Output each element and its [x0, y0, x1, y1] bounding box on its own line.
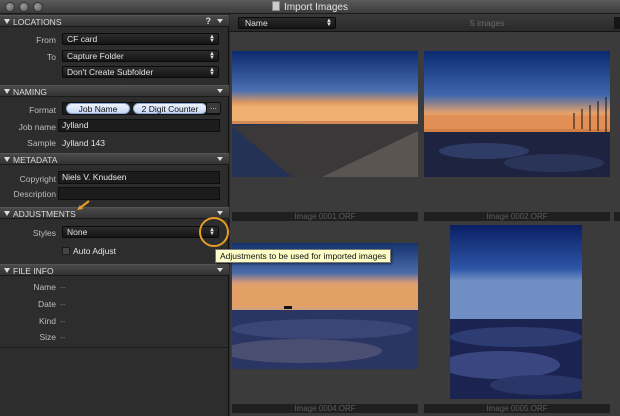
section-title: NAMING: [13, 87, 47, 97]
sort-select[interactable]: Name ▲ ▼: [238, 17, 336, 29]
window-title: Import Images: [0, 1, 620, 13]
section-title: ADJUSTMENTS: [13, 209, 76, 219]
styles-label: Styles: [32, 228, 56, 238]
copyright-label: Copyright: [19, 174, 56, 184]
from-label: From: [36, 35, 56, 45]
description-field[interactable]: [58, 187, 220, 200]
next-caption-edge: [614, 212, 620, 221]
thumbnail-image[interactable]: [232, 51, 418, 177]
toolbar-edge: [614, 17, 620, 29]
browser-toolbar: Name ▲ ▼ 5 images: [230, 14, 620, 32]
disclosure-triangle-icon[interactable]: [4, 157, 10, 162]
stepper-arrows-icon: ▲ ▼: [209, 67, 215, 77]
subfolder-select[interactable]: Don't Create Subfolder ▲ ▼: [62, 66, 219, 78]
file-info-name-label: Name: [33, 282, 56, 292]
section-menu-icon[interactable]: [217, 211, 223, 215]
thumbnail-caption: Image 0002.ORF: [424, 212, 610, 221]
to-select[interactable]: Capture Folder ▲ ▼: [62, 50, 219, 62]
sort-select-value: Name: [245, 18, 268, 28]
jobname-field[interactable]: Jylland: [58, 119, 220, 132]
section-header-adjustments[interactable]: ADJUSTMENTS: [0, 207, 229, 219]
thumbnail-image[interactable]: [424, 51, 610, 177]
import-sidebar: LOCATIONS ? From CF card ▲ ▼ To Capture F…: [0, 14, 229, 416]
section-menu-icon[interactable]: [217, 268, 223, 272]
section-header-naming[interactable]: NAMING: [0, 85, 229, 97]
thumbnail-caption: Image 0001.ORF: [232, 212, 418, 221]
auto-adjust-label: Auto Adjust: [73, 246, 117, 256]
file-info-kind-value: --: [60, 316, 66, 326]
section-menu-icon[interactable]: [217, 89, 223, 93]
file-info-kind-label: Kind: [38, 316, 56, 326]
stepper-arrows-icon: ▲ ▼: [326, 18, 332, 28]
document-icon: [272, 1, 281, 11]
help-icon[interactable]: ?: [206, 16, 212, 26]
file-info-size-label: Size: [39, 332, 56, 342]
from-select[interactable]: CF card ▲ ▼: [62, 33, 219, 45]
thumbnail-image[interactable]: [450, 225, 582, 399]
orange-callout-arrow-icon: [77, 200, 90, 210]
styles-tooltip: Adjustments to be used for imported imag…: [215, 249, 392, 263]
section-header-metadata[interactable]: METADATA: [0, 153, 229, 165]
image-browser: Name ▲ ▼ 5 images Image 0001.ORF Image 0…: [230, 14, 620, 416]
file-info-name-value: --: [60, 282, 66, 292]
token-job-name[interactable]: Job Name: [66, 103, 130, 114]
token-counter[interactable]: 2 Digit Counter: [133, 103, 207, 114]
styles-select[interactable]: None ▲ ▼: [62, 226, 219, 238]
section-menu-icon[interactable]: [217, 19, 223, 23]
description-label: Description: [13, 189, 56, 199]
disclosure-triangle-icon[interactable]: [4, 268, 10, 273]
to-label: To: [47, 52, 56, 62]
sample-value: Jylland 143: [62, 138, 106, 148]
from-select-value: CF card: [67, 34, 98, 44]
section-title: METADATA: [13, 155, 58, 165]
file-info-size-value: --: [60, 332, 66, 342]
thumbnail-caption: Image 0004.ORF: [232, 404, 418, 413]
copyright-field[interactable]: Niels V. Knudsen: [58, 171, 220, 184]
disclosure-triangle-icon[interactable]: [4, 89, 10, 94]
to-select-value: Capture Folder: [67, 51, 124, 61]
thumbnail-caption: Image 0005.ORF: [424, 404, 610, 413]
section-title: LOCATIONS: [13, 17, 62, 27]
sample-label: Sample: [27, 138, 56, 148]
styles-select-value: None: [67, 227, 88, 237]
subfolder-select-value: Don't Create Subfolder: [67, 67, 154, 77]
format-options-button[interactable]: ...: [206, 102, 221, 114]
jobname-label: Job name: [18, 122, 56, 132]
disclosure-triangle-icon[interactable]: [4, 19, 10, 24]
divider: [0, 347, 229, 348]
section-header-file-info[interactable]: FILE INFO: [0, 264, 229, 276]
title-bar: Import Images: [0, 0, 620, 14]
stepper-arrows-icon: ▲ ▼: [209, 51, 215, 61]
stepper-arrows-icon: ▲ ▼: [209, 34, 215, 44]
file-info-date-label: Date: [38, 299, 56, 309]
image-count: 5 images: [470, 18, 505, 28]
file-info-date-value: --: [60, 299, 66, 309]
highlight-ring: [199, 217, 229, 247]
section-menu-icon[interactable]: [217, 157, 223, 161]
format-label: Format: [29, 105, 56, 115]
section-header-locations[interactable]: LOCATIONS ?: [0, 15, 229, 27]
auto-adjust-checkbox[interactable]: [62, 247, 70, 255]
disclosure-triangle-icon[interactable]: [4, 211, 10, 216]
section-title: FILE INFO: [13, 266, 54, 276]
window-title-text: Import Images: [284, 2, 348, 13]
